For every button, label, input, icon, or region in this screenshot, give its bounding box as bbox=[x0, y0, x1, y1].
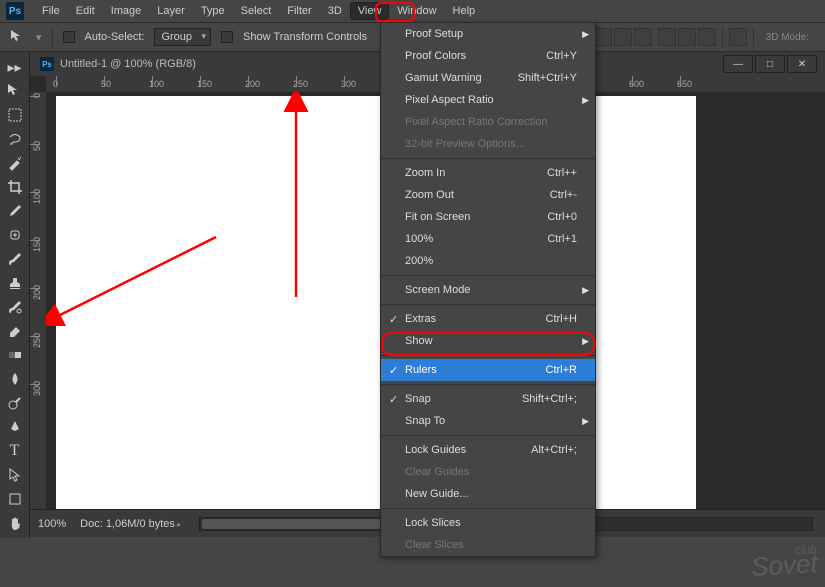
menu-select[interactable]: Select bbox=[233, 2, 280, 20]
menu-item-fit-on-screen[interactable]: Fit on ScreenCtrl+0 bbox=[381, 206, 595, 228]
toolbox: ▸▸ T bbox=[0, 52, 30, 538]
type-tool[interactable]: T bbox=[4, 440, 26, 462]
align-group-1 bbox=[594, 28, 652, 46]
menu-layer[interactable]: Layer bbox=[149, 2, 193, 20]
gradient-tool[interactable] bbox=[4, 344, 26, 366]
zoom-level[interactable]: 100% bbox=[38, 518, 66, 530]
menu-item-clear-guides: Clear Guides bbox=[381, 461, 595, 483]
menu-bar: Ps FileEditImageLayerTypeSelectFilter3DV… bbox=[0, 0, 825, 22]
hand-tool[interactable] bbox=[4, 512, 26, 534]
menu-item-pixel-aspect-ratio[interactable]: Pixel Aspect Ratio▶ bbox=[381, 89, 595, 111]
show-transform-checkbox[interactable] bbox=[221, 31, 233, 43]
menu-item-clear-slices: Clear Slices bbox=[381, 534, 595, 556]
eyedropper-tool[interactable] bbox=[4, 200, 26, 222]
menu-item-200-[interactable]: 200% bbox=[381, 250, 595, 272]
align-icon[interactable] bbox=[614, 28, 632, 46]
auto-select-label: Auto-Select: bbox=[85, 31, 145, 43]
menu-item-snap-to[interactable]: Snap To▶ bbox=[381, 410, 595, 432]
menu-item-zoom-out[interactable]: Zoom OutCtrl+- bbox=[381, 184, 595, 206]
menu-help[interactable]: Help bbox=[445, 2, 484, 20]
eraser-tool[interactable] bbox=[4, 320, 26, 342]
menu-view[interactable]: View bbox=[350, 2, 390, 20]
pen-tool[interactable] bbox=[4, 416, 26, 438]
align-icon[interactable] bbox=[678, 28, 696, 46]
lasso-tool[interactable] bbox=[4, 128, 26, 150]
menu-type[interactable]: Type bbox=[193, 2, 233, 20]
menu-item-pixel-aspect-ratio-correction: Pixel Aspect Ratio Correction bbox=[381, 111, 595, 133]
crop-tool[interactable] bbox=[4, 176, 26, 198]
menu-file[interactable]: File bbox=[34, 2, 68, 20]
menu-item-show[interactable]: Show▶ bbox=[381, 330, 595, 352]
healing-tool[interactable] bbox=[4, 224, 26, 246]
maximize-button[interactable]: □ bbox=[755, 55, 785, 73]
wand-tool[interactable] bbox=[4, 152, 26, 174]
menu-item-new-guide-[interactable]: New Guide... bbox=[381, 483, 595, 505]
menu-item-100-[interactable]: 100%Ctrl+1 bbox=[381, 228, 595, 250]
menu-edit[interactable]: Edit bbox=[68, 2, 103, 20]
blur-tool[interactable] bbox=[4, 368, 26, 390]
align-icon[interactable] bbox=[698, 28, 716, 46]
tab-title: Untitled-1 @ 100% (RGB/8) bbox=[60, 58, 196, 70]
path-select-tool[interactable] bbox=[4, 464, 26, 486]
align-group-2 bbox=[658, 28, 716, 46]
brush-tool[interactable] bbox=[4, 248, 26, 270]
move-tool-icon bbox=[10, 29, 26, 45]
align-icon[interactable] bbox=[634, 28, 652, 46]
layer-group-select[interactable]: Group bbox=[154, 28, 211, 46]
stamp-tool[interactable] bbox=[4, 272, 26, 294]
3d-mode-label: 3D Mode: bbox=[760, 30, 815, 45]
menu-item-32-bit-preview-options-: 32-bit Preview Options... bbox=[381, 133, 595, 155]
app-logo: Ps bbox=[6, 2, 24, 20]
document-tab[interactable]: Ps Untitled-1 @ 100% (RGB/8) bbox=[30, 57, 206, 71]
menu-filter[interactable]: Filter bbox=[279, 2, 319, 20]
dodge-tool[interactable] bbox=[4, 392, 26, 414]
align-icon[interactable] bbox=[658, 28, 676, 46]
show-transform-label: Show Transform Controls bbox=[243, 31, 367, 43]
menu-item-zoom-in[interactable]: Zoom InCtrl++ bbox=[381, 162, 595, 184]
vertical-ruler[interactable]: 050100150200250300 bbox=[30, 92, 46, 509]
move-tool[interactable] bbox=[4, 80, 26, 102]
ps-doc-icon: Ps bbox=[40, 57, 54, 71]
menu-item-gamut-warning[interactable]: Gamut WarningShift+Ctrl+Y bbox=[381, 67, 595, 89]
menu-window[interactable]: Window bbox=[389, 2, 444, 20]
menu-image[interactable]: Image bbox=[103, 2, 150, 20]
menu-item-lock-guides[interactable]: Lock GuidesAlt+Ctrl+; bbox=[381, 439, 595, 461]
minimize-button[interactable]: — bbox=[723, 55, 753, 73]
history-brush-tool[interactable] bbox=[4, 296, 26, 318]
marquee-tool[interactable] bbox=[4, 104, 26, 126]
menu-item-rulers[interactable]: ✓RulersCtrl+R bbox=[381, 359, 595, 381]
shape-tool[interactable] bbox=[4, 488, 26, 510]
menu-item-screen-mode[interactable]: Screen Mode▶ bbox=[381, 279, 595, 301]
align-icon[interactable] bbox=[594, 28, 612, 46]
menu-item-snap[interactable]: ✓SnapShift+Ctrl+; bbox=[381, 388, 595, 410]
menu-item-extras[interactable]: ✓ExtrasCtrl+H bbox=[381, 308, 595, 330]
auto-select-checkbox[interactable] bbox=[63, 31, 75, 43]
menu-item-proof-colors[interactable]: Proof ColorsCtrl+Y bbox=[381, 45, 595, 67]
canvas-page[interactable] bbox=[56, 96, 696, 509]
close-button[interactable]: ✕ bbox=[787, 55, 817, 73]
doc-info[interactable]: Doc: 1,06M/0 bytes bbox=[80, 518, 181, 530]
view-dropdown-menu: Proof Setup▶Proof ColorsCtrl+YGamut Warn… bbox=[380, 22, 596, 557]
watermark: club Sovet bbox=[750, 542, 818, 582]
menu-item-lock-slices[interactable]: Lock Slices bbox=[381, 512, 595, 534]
menu-3d[interactable]: 3D bbox=[320, 2, 350, 20]
distribute-icon[interactable] bbox=[729, 28, 747, 46]
collapse-icon[interactable]: ▸▸ bbox=[4, 56, 26, 78]
menu-item-proof-setup[interactable]: Proof Setup▶ bbox=[381, 23, 595, 45]
